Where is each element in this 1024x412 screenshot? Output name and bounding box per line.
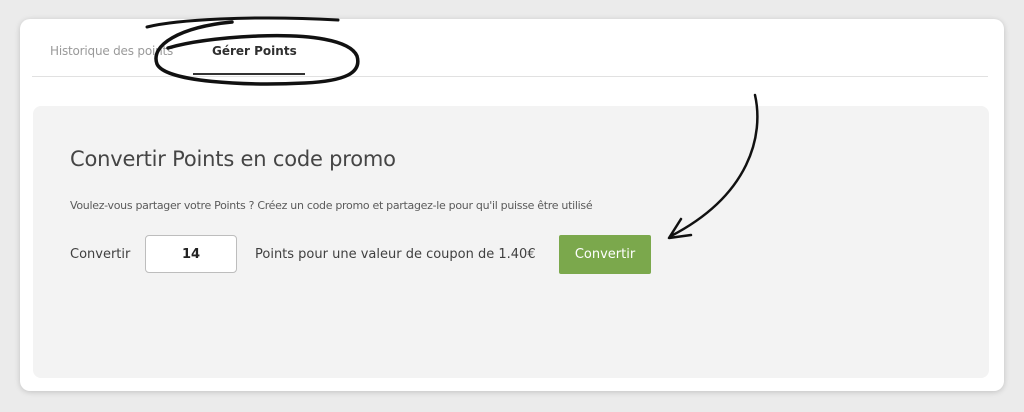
panel-title: Convertir Points en code promo — [70, 147, 396, 171]
coupon-value-text: Points pour une valeur de coupon de 1.40… — [255, 247, 536, 262]
convert-button[interactable]: Convertir — [559, 235, 651, 274]
points-card: Historique des points Gérer Points Conve… — [20, 19, 1004, 391]
tab-history[interactable]: Historique des points — [50, 44, 173, 58]
tab-bar: Historique des points Gérer Points — [32, 19, 988, 77]
tab-manage-points[interactable]: Gérer Points — [212, 44, 297, 58]
points-input[interactable] — [145, 235, 237, 273]
panel-description: Voulez-vous partager votre Points ? Crée… — [70, 199, 593, 212]
active-tab-indicator — [193, 73, 305, 75]
convert-panel: Convertir Points en code promo Voulez-vo… — [33, 106, 989, 378]
convert-label: Convertir — [70, 247, 131, 262]
